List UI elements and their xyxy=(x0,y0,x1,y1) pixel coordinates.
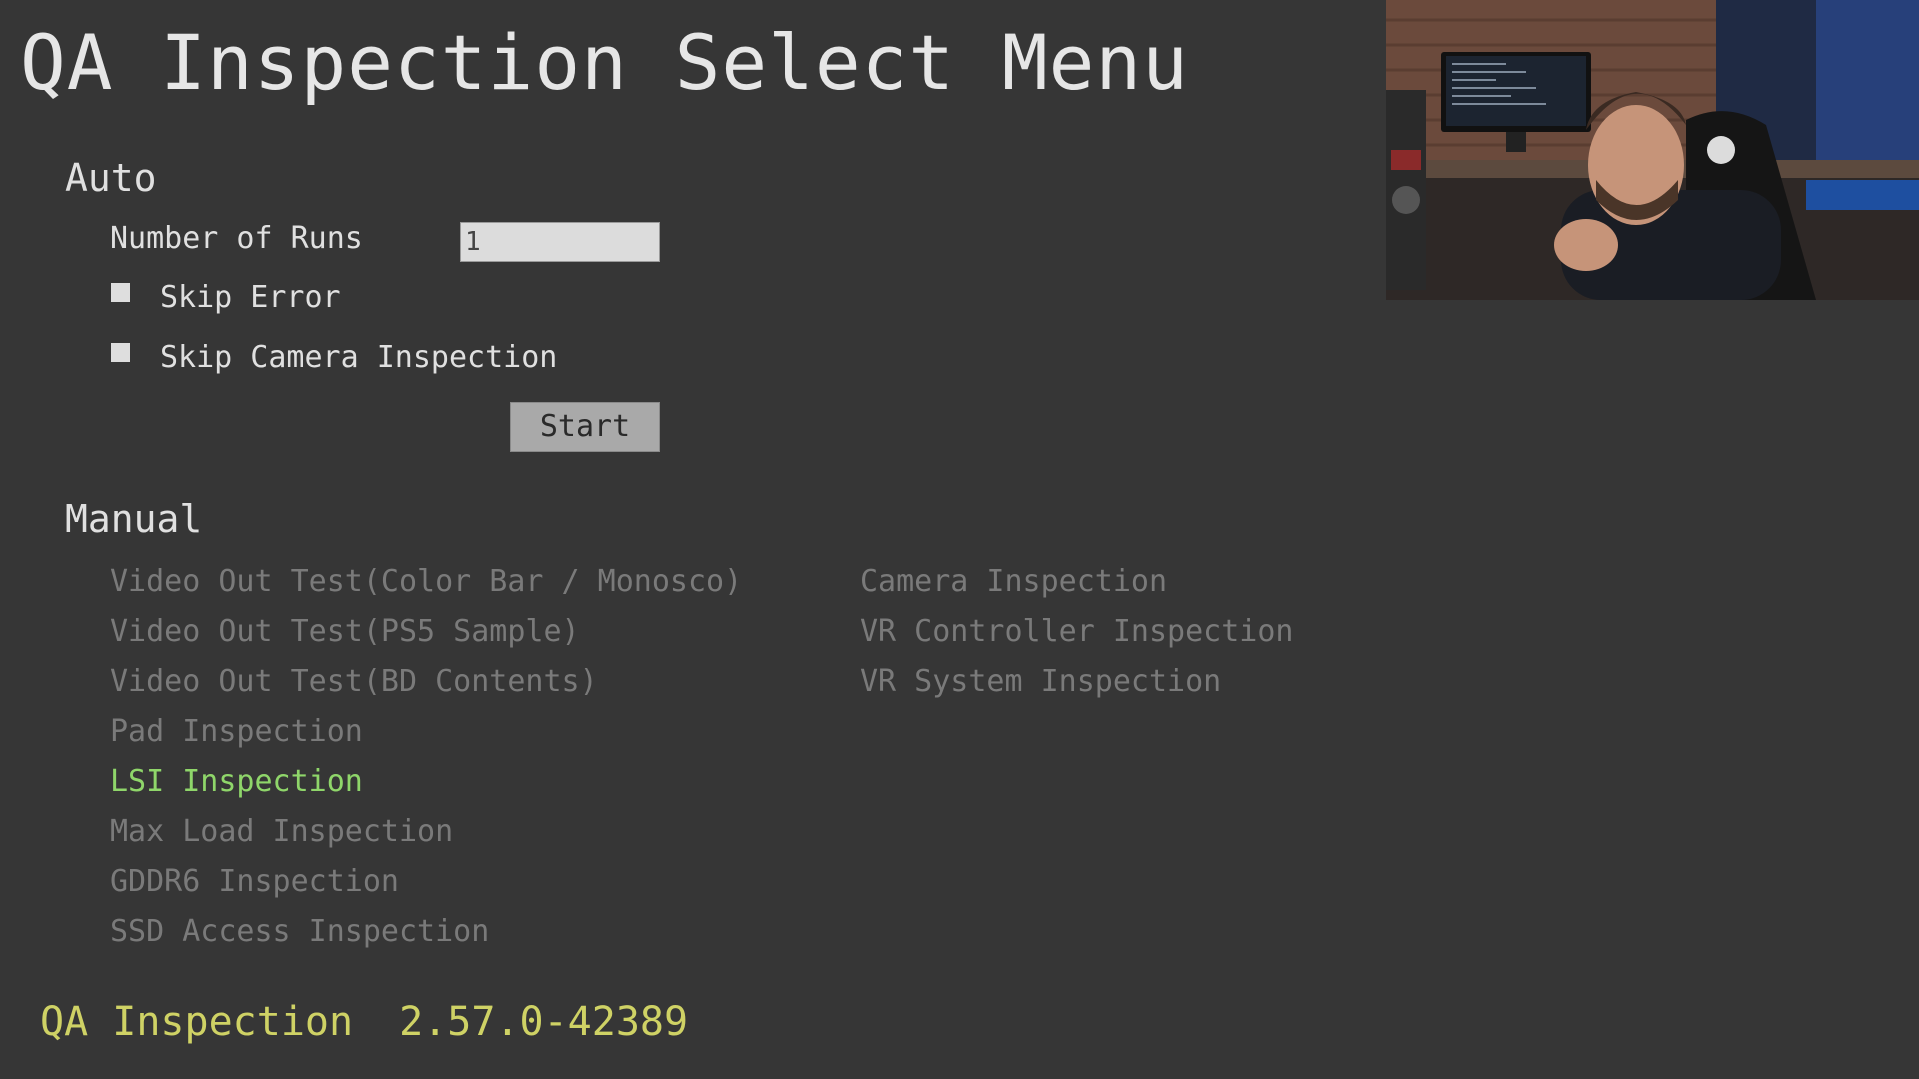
auto-section-heading: Auto xyxy=(65,156,157,200)
skip-error-checkbox[interactable] xyxy=(111,283,130,302)
qa-inspection-screen: QA Inspection Select Menu Auto Number of… xyxy=(0,0,1919,1079)
manual-section-heading: Manual xyxy=(65,497,203,541)
menu-item-lsi-inspection[interactable]: LSI Inspection xyxy=(110,764,363,800)
number-of-runs-label: Number of Runs xyxy=(110,221,363,256)
skip-error-label: Skip Error xyxy=(160,280,341,315)
footer-app-name: QA Inspection xyxy=(40,999,354,1045)
start-button[interactable]: Start xyxy=(510,402,660,452)
webcam-overlay xyxy=(1386,0,1919,300)
menu-item-pad-inspection[interactable]: Pad Inspection xyxy=(110,714,363,750)
webcam-feed-illustration xyxy=(1386,0,1919,300)
menu-item-vr-controller-inspection[interactable]: VR Controller Inspection xyxy=(860,614,1293,650)
menu-item-vr-system-inspection[interactable]: VR System Inspection xyxy=(860,664,1221,700)
menu-item-video-out-ps5-sample[interactable]: Video Out Test(PS5 Sample) xyxy=(110,614,580,650)
footer-version: 2.57.0-42389 xyxy=(399,999,689,1045)
menu-item-ssd-access-inspection[interactable]: SSD Access Inspection xyxy=(110,914,489,950)
skip-camera-inspection-label: Skip Camera Inspection xyxy=(160,340,558,375)
number-of-runs-input[interactable] xyxy=(460,222,660,262)
footer-version-info: QA Inspection 2.57.0-42389 xyxy=(40,998,688,1046)
menu-item-video-out-color-bar[interactable]: Video Out Test(Color Bar / Monosco) xyxy=(110,564,742,600)
menu-item-gddr6-inspection[interactable]: GDDR6 Inspection xyxy=(110,864,399,900)
menu-item-camera-inspection[interactable]: Camera Inspection xyxy=(860,564,1167,600)
page-title: QA Inspection Select Menu xyxy=(20,18,1189,107)
menu-item-max-load-inspection[interactable]: Max Load Inspection xyxy=(110,814,453,850)
menu-item-video-out-bd-contents[interactable]: Video Out Test(BD Contents) xyxy=(110,664,598,700)
skip-camera-inspection-checkbox[interactable] xyxy=(111,343,130,362)
